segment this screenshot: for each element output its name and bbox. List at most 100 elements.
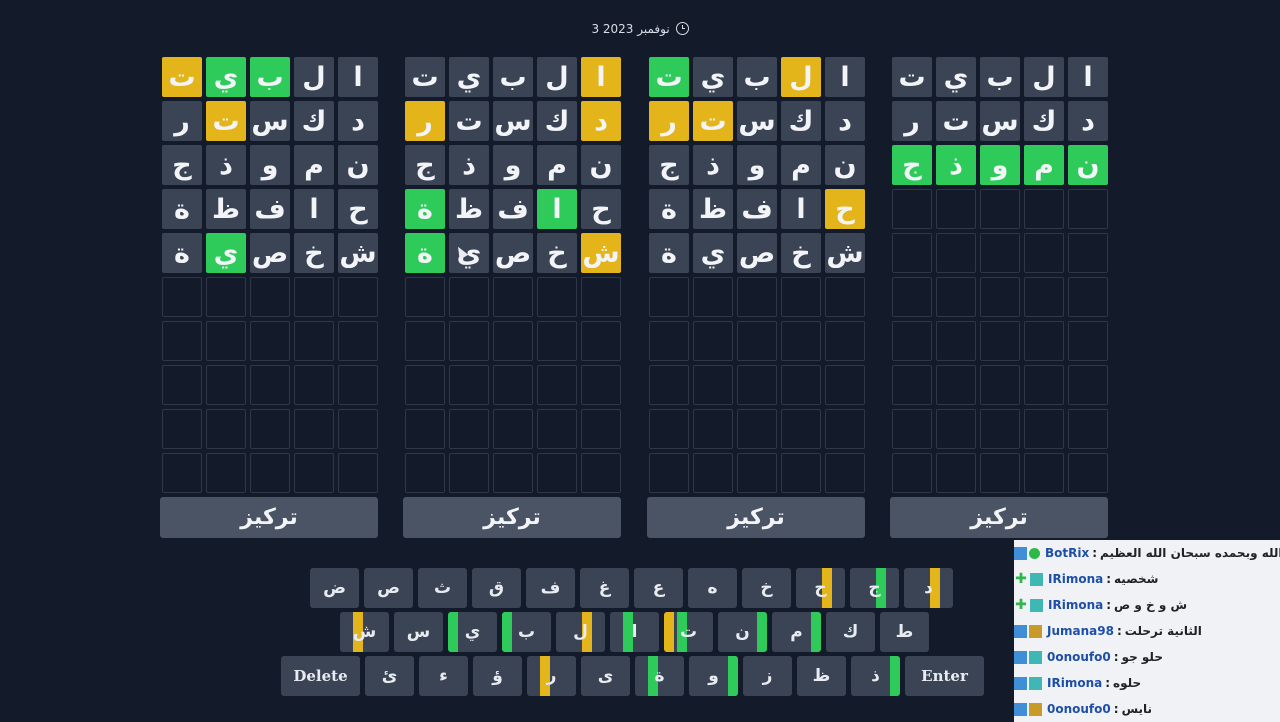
letter-key[interactable]: ع bbox=[634, 568, 683, 608]
letter-key[interactable]: د bbox=[904, 568, 953, 608]
board-status-marker bbox=[811, 612, 821, 652]
empty-tile bbox=[936, 409, 976, 449]
letter-key[interactable]: ص bbox=[364, 568, 413, 608]
empty-tile bbox=[206, 453, 246, 493]
key-label: ج bbox=[868, 578, 881, 598]
empty-tile bbox=[737, 277, 777, 317]
key-label: ك bbox=[842, 622, 859, 642]
chat-username[interactable]: IRimona bbox=[1048, 572, 1103, 586]
letter-tile: ب bbox=[980, 57, 1020, 97]
empty-tile bbox=[825, 409, 865, 449]
chat-message: 0onoufo0: نايس bbox=[1014, 696, 1280, 722]
letter-tile: ش bbox=[581, 233, 621, 273]
key-label: غ bbox=[598, 578, 611, 598]
delete-key[interactable]: Delete bbox=[281, 656, 360, 696]
letter-tile: ذ bbox=[206, 145, 246, 185]
chat-username[interactable]: Jumana98 bbox=[1047, 624, 1114, 638]
letter-key[interactable]: ئ bbox=[365, 656, 414, 696]
letter-key[interactable]: م bbox=[772, 612, 821, 652]
chat-username[interactable]: IRimona bbox=[1047, 676, 1102, 690]
enter-key[interactable]: Enter bbox=[905, 656, 984, 696]
focus-button[interactable]: تركيز bbox=[160, 497, 378, 538]
letter-tile: ح bbox=[338, 189, 378, 229]
focus-button[interactable]: تركيز bbox=[890, 497, 1108, 538]
empty-tile bbox=[537, 453, 577, 493]
letter-tile: ص bbox=[737, 233, 777, 273]
chat-username[interactable]: 0onoufo0 bbox=[1047, 702, 1111, 716]
letter-key[interactable]: ت bbox=[664, 612, 713, 652]
empty-tile bbox=[693, 277, 733, 317]
star-icon bbox=[1014, 676, 1027, 690]
empty-tile bbox=[338, 453, 378, 493]
letter-key[interactable]: ز bbox=[743, 656, 792, 696]
empty-tile bbox=[449, 277, 489, 317]
board-grid: البيتدكسترنموذجحافظةشخصية bbox=[403, 57, 621, 493]
chat-separator: : bbox=[1092, 546, 1098, 560]
empty-tile bbox=[1024, 365, 1064, 405]
letter-tile: س bbox=[980, 101, 1020, 141]
letter-key[interactable]: غ bbox=[580, 568, 629, 608]
key-label: ش bbox=[352, 622, 377, 642]
letter-tile: ت bbox=[206, 101, 246, 141]
letter-key[interactable]: و bbox=[689, 656, 738, 696]
letter-tile: ا bbox=[1068, 57, 1108, 97]
letter-key[interactable]: ي bbox=[448, 612, 497, 652]
letter-key[interactable]: ى bbox=[581, 656, 630, 696]
star-icon bbox=[1014, 624, 1027, 638]
letter-key[interactable]: ق bbox=[472, 568, 521, 608]
letter-key[interactable]: ن bbox=[718, 612, 767, 652]
letter-tile: ج bbox=[649, 145, 689, 185]
empty-tile bbox=[405, 409, 445, 449]
letter-key[interactable]: ه bbox=[688, 568, 737, 608]
letter-tile: س bbox=[250, 101, 290, 141]
letter-key[interactable]: ط bbox=[880, 612, 929, 652]
empty-tile bbox=[493, 277, 533, 317]
key-label: ق bbox=[488, 578, 505, 598]
letter-key[interactable]: خ bbox=[742, 568, 791, 608]
letter-key[interactable]: ش bbox=[340, 612, 389, 652]
letter-tile: ي bbox=[936, 57, 976, 97]
letter-key[interactable]: ج bbox=[850, 568, 899, 608]
letter-key[interactable]: ر bbox=[527, 656, 576, 696]
chat-username[interactable]: BotRix bbox=[1045, 546, 1089, 560]
key-label: ذ bbox=[871, 666, 880, 686]
letter-key[interactable]: ا bbox=[610, 612, 659, 652]
letter-tile: ف bbox=[737, 189, 777, 229]
letter-key[interactable]: ل bbox=[556, 612, 605, 652]
letter-key[interactable]: ذ bbox=[851, 656, 900, 696]
letter-tile: ش bbox=[338, 233, 378, 273]
empty-tile bbox=[1068, 233, 1108, 273]
letter-key[interactable]: س bbox=[394, 612, 443, 652]
chat-message: Jumana98: الثانية ترحلت bbox=[1014, 618, 1280, 644]
chat-username[interactable]: 0onoufo0 bbox=[1047, 650, 1111, 664]
letter-key[interactable]: ؤ bbox=[473, 656, 522, 696]
letter-key[interactable]: ف bbox=[526, 568, 575, 608]
letter-tile: ة bbox=[405, 233, 445, 273]
letter-key[interactable]: ب bbox=[502, 612, 551, 652]
empty-tile bbox=[781, 453, 821, 493]
focus-button[interactable]: تركيز bbox=[647, 497, 865, 538]
key-label: ف bbox=[540, 578, 561, 598]
empty-tile bbox=[649, 409, 689, 449]
empty-tile bbox=[294, 277, 334, 317]
empty-tile bbox=[980, 453, 1020, 493]
letter-key[interactable]: ظ bbox=[797, 656, 846, 696]
letter-tile: ت bbox=[693, 101, 733, 141]
chat-username[interactable]: IRimona bbox=[1048, 598, 1103, 612]
letter-key[interactable]: ض bbox=[310, 568, 359, 608]
chat-message: IRimona: حلوه bbox=[1014, 670, 1280, 696]
board-4: البيتدكسترنموذج تركيز bbox=[890, 57, 1108, 538]
board-status-marker bbox=[448, 612, 458, 652]
key-label: Enter bbox=[921, 667, 968, 685]
letter-key[interactable]: ك bbox=[826, 612, 875, 652]
letter-key[interactable]: ء bbox=[419, 656, 468, 696]
empty-tile bbox=[825, 321, 865, 361]
letter-tile: ت bbox=[162, 57, 202, 97]
focus-button[interactable]: تركيز bbox=[403, 497, 621, 538]
letter-key[interactable]: ث bbox=[418, 568, 467, 608]
letter-key[interactable]: ة bbox=[635, 656, 684, 696]
letter-key[interactable]: ح bbox=[796, 568, 845, 608]
empty-tile bbox=[206, 277, 246, 317]
empty-tile bbox=[1068, 189, 1108, 229]
empty-tile bbox=[581, 365, 621, 405]
